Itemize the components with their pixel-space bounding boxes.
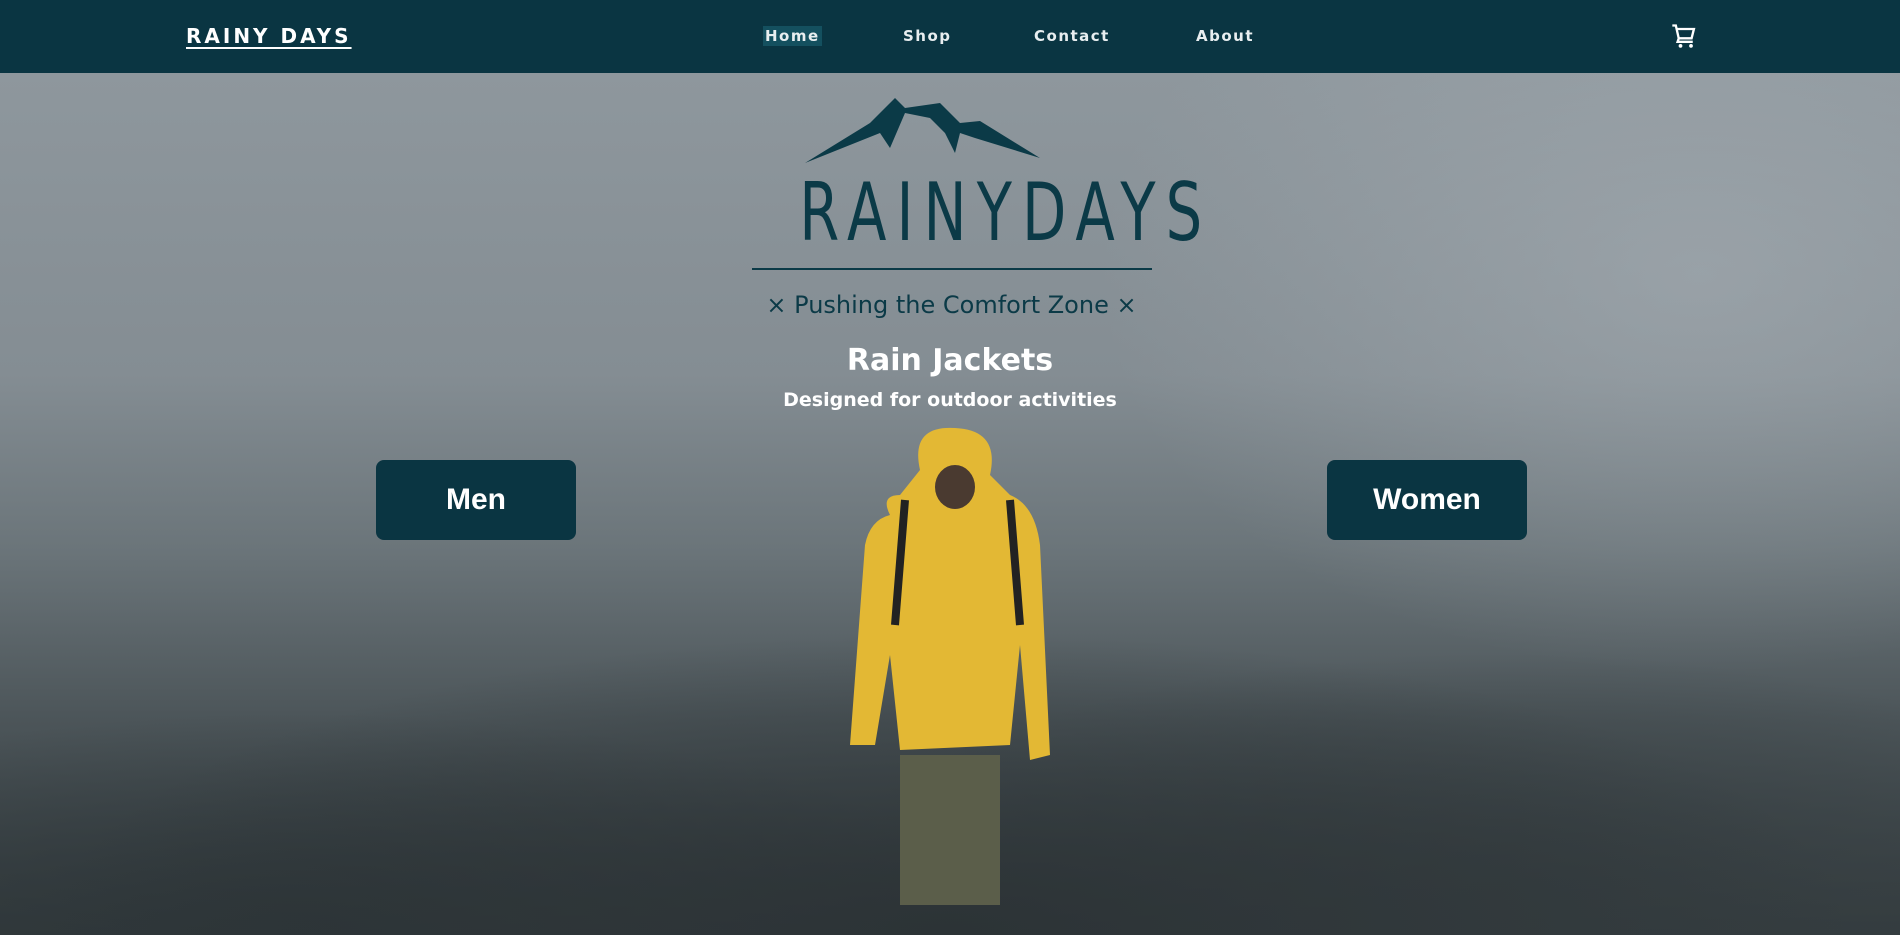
logo-tagline: × Pushing the Comfort Zone × — [766, 291, 1137, 319]
hiker-image — [850, 427, 1050, 905]
hero-subtitle: Designed for outdoor activities — [783, 389, 1117, 411]
top-navigation: RAINY DAYS Home Shop Contact About — [0, 0, 1900, 73]
shopping-cart-icon[interactable] — [1670, 22, 1698, 50]
logo-divider — [752, 268, 1152, 270]
men-button[interactable]: Men — [376, 460, 576, 540]
nav-link-contact[interactable]: Contact — [1032, 26, 1112, 46]
brand-link[interactable]: RAINY DAYS — [186, 24, 352, 48]
nav-link-shop[interactable]: Shop — [901, 26, 954, 46]
hero-title: Rain Jackets — [846, 343, 1054, 378]
hero-section: RAINYDAYS × Pushing the Comfort Zone × R… — [0, 73, 1900, 935]
nav-link-home[interactable]: Home — [763, 26, 822, 46]
women-button[interactable]: Women — [1327, 460, 1527, 540]
nav-link-about[interactable]: About — [1194, 26, 1256, 46]
logo-wordmark: RAINYDAYS — [799, 166, 1213, 259]
